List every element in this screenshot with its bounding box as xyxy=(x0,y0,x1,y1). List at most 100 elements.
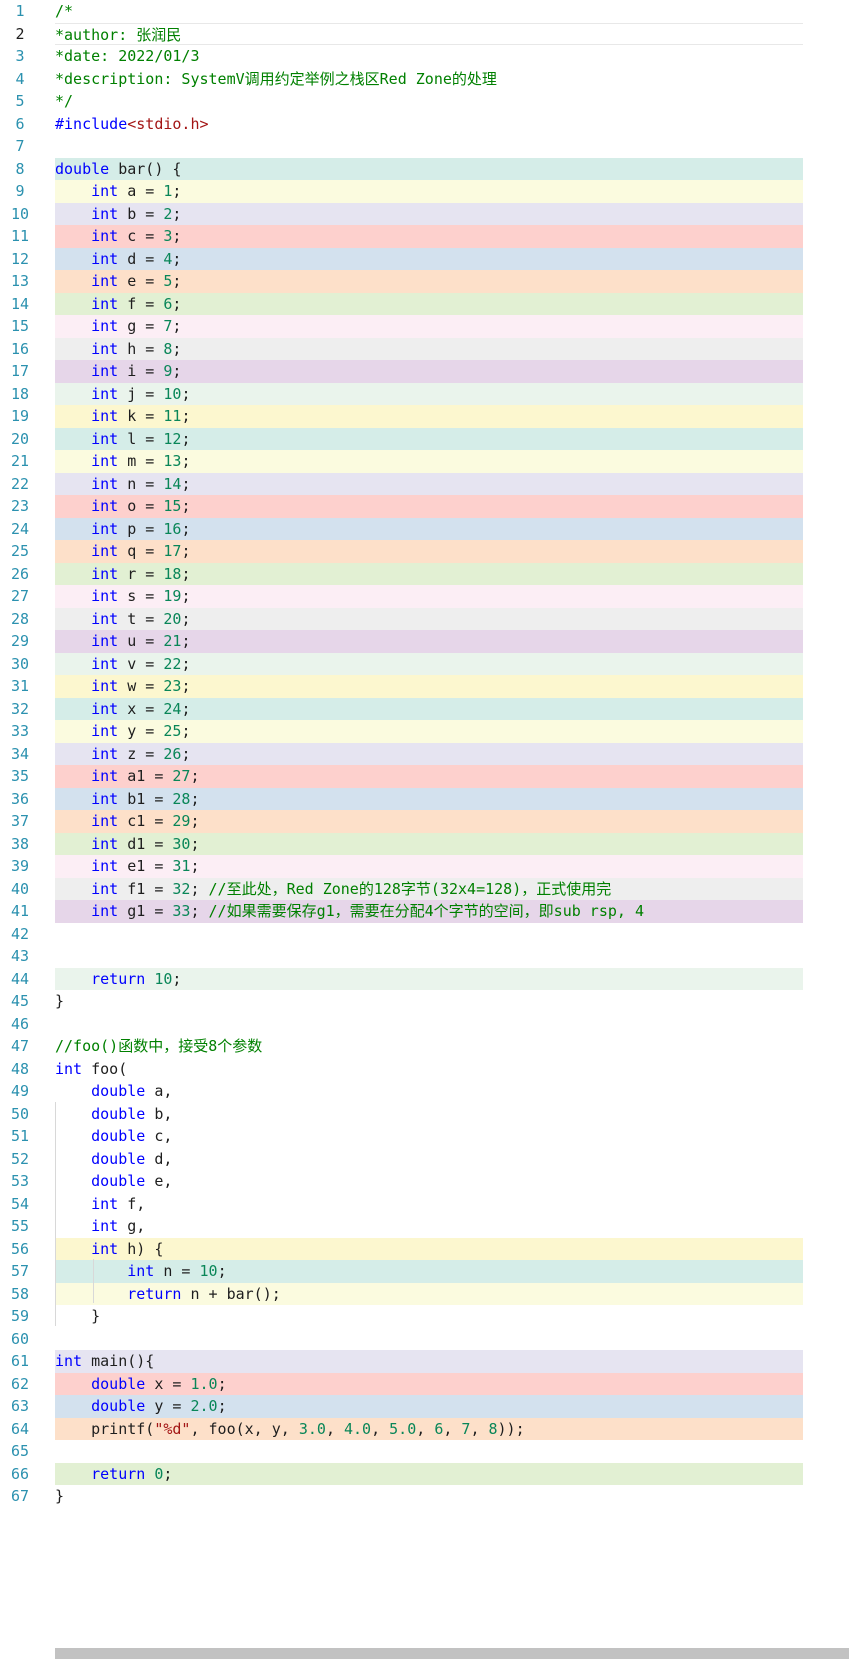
code-line[interactable]: 38 int d1 = 30; xyxy=(0,832,849,855)
code-line[interactable]: 25 int q = 17; xyxy=(0,540,849,563)
code-line[interactable]: 23 int o = 15; xyxy=(0,495,849,518)
code-line[interactable]: 43 xyxy=(0,945,849,968)
code-line[interactable]: 63 double y = 2.0; xyxy=(0,1395,849,1418)
code-line[interactable]: 24 int p = 16; xyxy=(0,517,849,540)
line-number: 12 xyxy=(10,249,30,268)
code-token: int xyxy=(91,564,119,583)
code-line[interactable]: 45} xyxy=(0,990,849,1013)
code-line[interactable]: 7 xyxy=(0,135,849,158)
code-line[interactable]: 57 int n = 10; xyxy=(0,1260,849,1283)
code-line[interactable]: 56 int h) { xyxy=(0,1237,849,1260)
code-line[interactable]: 3 *date: 2022/01/3 xyxy=(0,45,849,68)
code-line[interactable]: 21 int m = 13; xyxy=(0,450,849,473)
code-text: return n + bar(); xyxy=(55,1282,803,1305)
code-line[interactable]: 29 int u = 21; xyxy=(0,630,849,653)
code-line[interactable]: 53 double e, xyxy=(0,1170,849,1193)
code-token: ; xyxy=(190,834,200,853)
line-number: 22 xyxy=(10,474,30,493)
code-line[interactable]: 30 int v = 22; xyxy=(0,652,849,675)
code-text: double e, xyxy=(55,1170,803,1193)
code-token: int xyxy=(91,384,119,403)
code-line[interactable]: 44 return 10; xyxy=(0,967,849,990)
code-line[interactable]: 8 double bar() { xyxy=(0,157,849,180)
code-line[interactable]: 5 */ xyxy=(0,90,849,113)
code-line[interactable]: 19 int k = 11; xyxy=(0,405,849,428)
code-token: /* xyxy=(55,2,74,20)
code-line[interactable]: 14 int f = 6; xyxy=(0,292,849,315)
code-line[interactable]: 27 int s = 19; xyxy=(0,585,849,608)
code-line[interactable]: 20 int l = 12; xyxy=(0,427,849,450)
code-line[interactable]: 62 double x = 1.0; xyxy=(0,1372,849,1395)
code-line[interactable]: 51 double c, xyxy=(0,1125,849,1148)
code-line[interactable]: 35 int a1 = 27; xyxy=(0,765,849,788)
code-line[interactable]: 59 } xyxy=(0,1305,849,1328)
code-line[interactable]: 10 int b = 2; xyxy=(0,202,849,225)
code-line[interactable]: 4 *description: SystemV调用约定举例之栈区Red Zone的… xyxy=(0,68,849,91)
code-token: int xyxy=(91,474,119,493)
code-line[interactable]: 12 int d = 4; xyxy=(0,247,849,270)
code-line[interactable]: 2 *author: 张润民 xyxy=(0,22,849,45)
code-line[interactable]: 58 return n + bar(); xyxy=(0,1282,849,1305)
code-line[interactable]: 65 xyxy=(0,1440,849,1463)
code-line[interactable]: 32 int x = 24; xyxy=(0,697,849,720)
code-line[interactable]: 66 return 0; xyxy=(0,1462,849,1485)
code-line[interactable]: 6 #include<stdio.h> xyxy=(0,113,849,136)
code-line[interactable]: 41 int g1 = 33; //如果需要保存g1，需要在分配4个字节的空间，… xyxy=(0,900,849,923)
horizontal-scrollbar[interactable] xyxy=(55,1648,849,1659)
line-number: 19 xyxy=(10,407,30,425)
code-token: "%d" xyxy=(154,1419,191,1438)
code-line[interactable]: 13 int e = 5; xyxy=(0,270,849,293)
code-token: h) { xyxy=(118,1239,164,1258)
code-line[interactable]: 33 int y = 25; xyxy=(0,720,849,743)
code-line[interactable]: 31 int w = 23; xyxy=(0,675,849,698)
code-line[interactable]: 40 int f1 = 32; //至此处，Red Zone的128字节(32x… xyxy=(0,877,849,900)
code-token: int xyxy=(55,1059,83,1078)
code-token: int xyxy=(91,182,119,200)
code-line[interactable]: 16 int h = 8; xyxy=(0,337,849,360)
code-line[interactable]: 49 double a, xyxy=(0,1080,849,1103)
code-line[interactable]: 18 int j = 10; xyxy=(0,382,849,405)
code-line[interactable]: 36 int b1 = 28; xyxy=(0,787,849,810)
code-line[interactable]: 39 int e1 = 31; xyxy=(0,855,849,878)
code-line[interactable]: 11 int c = 3; xyxy=(0,225,849,248)
line-number: 11 xyxy=(10,227,30,245)
code-text: int n = 14; xyxy=(55,472,803,495)
code-line[interactable]: 22 int n = 14; xyxy=(0,472,849,495)
code-token: ; xyxy=(172,272,182,290)
code-line[interactable]: 15 int g = 7; xyxy=(0,315,849,338)
code-line[interactable]: 60 xyxy=(0,1328,849,1351)
line-number: 61 xyxy=(10,1352,30,1370)
code-token: int xyxy=(91,497,119,515)
code-token: *description: SystemV调用约定举例之栈区Red Zone的处… xyxy=(55,69,497,88)
code-line[interactable]: 67} xyxy=(0,1485,849,1508)
code-line[interactable]: 26 int r = 18; xyxy=(0,562,849,585)
code-line[interactable]: 50 double b, xyxy=(0,1103,849,1126)
code-token: int xyxy=(91,1217,119,1235)
code-line[interactable]: 42 xyxy=(0,923,849,946)
line-number: 6 xyxy=(15,114,25,133)
code-line[interactable]: 37 int c1 = 29; xyxy=(0,810,849,833)
code-line[interactable]: 52 double d, xyxy=(0,1148,849,1171)
code-line[interactable]: 61 int main(){ xyxy=(0,1350,849,1373)
code-line[interactable]: 28 int t = 20; xyxy=(0,607,849,630)
code-line[interactable]: 9 int a = 1; xyxy=(0,180,849,203)
code-line[interactable]: 48 int foo( xyxy=(0,1058,849,1081)
code-line[interactable]: 46 xyxy=(0,1013,849,1036)
code-line[interactable]: 1 /* xyxy=(0,0,849,23)
code-line[interactable]: 54 int f, xyxy=(0,1193,849,1216)
code-line[interactable]: 47 //foo()函数中，接受8个参数 xyxy=(0,1035,849,1058)
code-line[interactable]: 17 int i = 9; xyxy=(0,360,849,383)
code-text: int o = 15; xyxy=(55,495,803,518)
line-number: 57 xyxy=(10,1262,30,1280)
code-text: int c = 3; xyxy=(55,225,803,248)
code-line[interactable]: 55 int g, xyxy=(0,1215,849,1238)
code-token: ; xyxy=(181,722,191,740)
code-line[interactable]: 64 printf("%d", foo(x, y, 3.0, 4.0, 5.0,… xyxy=(0,1417,849,1440)
code-line[interactable]: 34 int z = 26; xyxy=(0,742,849,765)
